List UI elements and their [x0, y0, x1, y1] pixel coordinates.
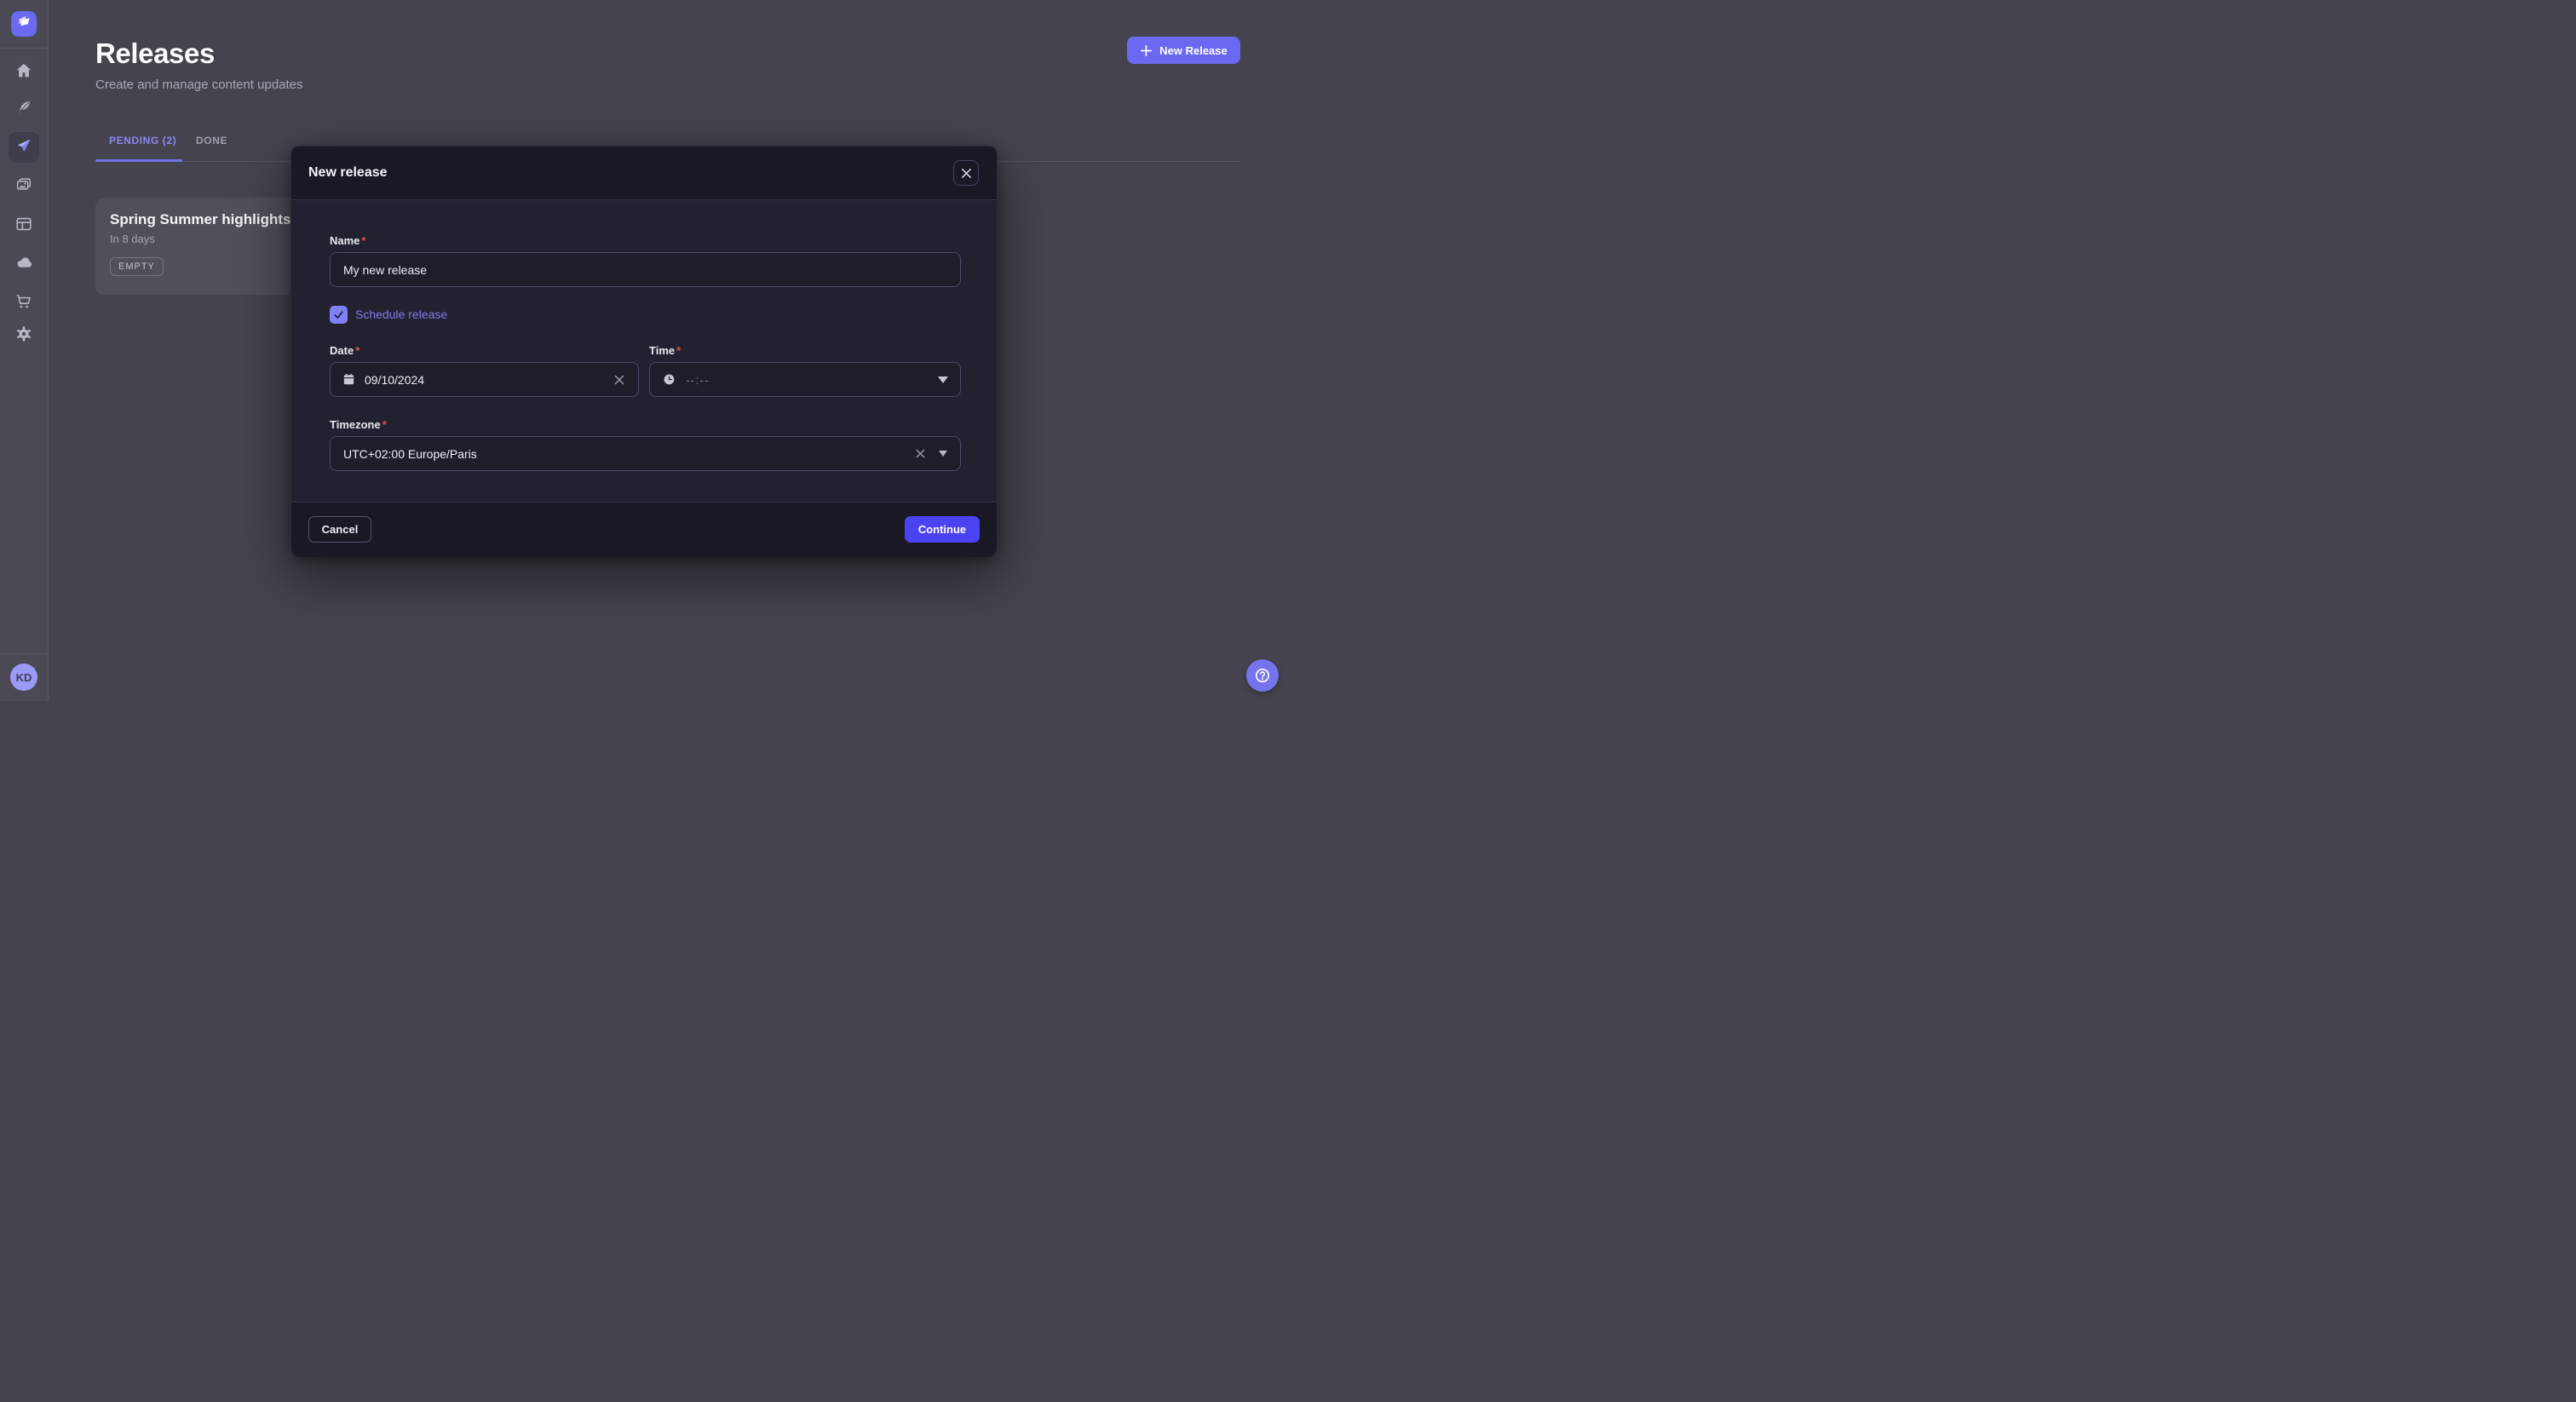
date-label: Date*	[330, 344, 359, 357]
time-dropdown-icon[interactable]	[938, 376, 948, 383]
active-tab-underline	[95, 159, 182, 162]
avatar-initials: KD	[16, 671, 32, 684]
modal-title: New release	[308, 165, 388, 181]
required-marker: *	[361, 234, 365, 247]
calendar-icon	[342, 372, 356, 387]
time-placeholder: --:--	[686, 373, 710, 387]
sidebar-item-pages[interactable]	[9, 210, 39, 241]
send-icon	[14, 136, 33, 159]
sidebar-item-releases[interactable]	[9, 132, 39, 163]
modal-header: New release	[291, 147, 997, 200]
layout-icon	[14, 215, 33, 238]
new-release-modal: New release Name* Schedule	[290, 146, 998, 556]
release-card-title: Spring Summer highlights	[110, 211, 306, 228]
required-marker: *	[676, 344, 681, 357]
timezone-field[interactable]: UTC+02:00 Europe/Paris	[330, 436, 961, 471]
tab-pending[interactable]: PENDING (2)	[109, 135, 176, 147]
sidebar-item-settings[interactable]	[9, 320, 39, 351]
feather-icon	[14, 98, 33, 121]
checkmark-icon	[332, 308, 345, 321]
plus-icon	[1140, 44, 1153, 57]
help-button[interactable]	[1246, 659, 1279, 692]
page-subtitle: Create and manage content updates	[95, 78, 303, 92]
tab-done[interactable]: DONE	[196, 135, 227, 147]
sidebar-divider	[0, 48, 48, 49]
question-circle-icon	[1254, 667, 1271, 684]
schedule-release-checkbox[interactable]	[330, 306, 348, 324]
sidebar-item-home[interactable]	[9, 57, 39, 88]
cancel-button[interactable]: Cancel	[308, 516, 371, 543]
sidebar-item-media[interactable]	[9, 171, 39, 202]
date-clear-icon[interactable]	[612, 372, 627, 388]
home-icon	[14, 61, 33, 84]
images-icon	[14, 175, 33, 198]
sidebar-item-content[interactable]	[9, 94, 39, 124]
sidebar-footer-divider	[0, 653, 48, 654]
app-logo[interactable]	[11, 11, 37, 37]
timezone-dropdown-icon[interactable]	[939, 451, 947, 457]
clock-icon	[662, 372, 676, 387]
timezone-value: UTC+02:00 Europe/Paris	[343, 447, 477, 461]
page-title: Releases	[95, 37, 215, 70]
timezone-clear-icon[interactable]	[913, 446, 928, 461]
time-field[interactable]: --:--	[649, 362, 961, 397]
modal-footer: Cancel Continue	[291, 502, 997, 557]
release-card-due: In 8 days	[110, 233, 306, 245]
cart-icon	[14, 292, 33, 315]
timezone-label: Timezone*	[330, 418, 387, 431]
date-field[interactable]: 09/10/2024	[330, 362, 639, 397]
new-release-label: New Release	[1159, 44, 1228, 57]
sidebar: KD	[0, 0, 49, 701]
schedule-release-label[interactable]: Schedule release	[355, 307, 447, 321]
cloud-icon	[14, 252, 34, 276]
date-value: 09/10/2024	[365, 373, 424, 387]
sidebar-item-shop[interactable]	[9, 288, 39, 319]
close-icon	[961, 168, 972, 179]
avatar[interactable]: KD	[10, 664, 37, 691]
required-marker: *	[382, 418, 387, 431]
name-field[interactable]	[330, 252, 961, 287]
continue-button[interactable]: Continue	[905, 516, 980, 543]
logo-icon	[16, 14, 32, 34]
new-release-button[interactable]: New Release	[1127, 37, 1240, 64]
modal-close-button[interactable]	[953, 160, 979, 186]
release-card-status-badge: EMPTY	[110, 257, 164, 276]
sidebar-item-cloud[interactable]	[9, 249, 39, 279]
release-card[interactable]: Spring Summer highlights In 8 days EMPTY	[95, 198, 320, 295]
gear-icon	[14, 325, 33, 348]
name-label: Name*	[330, 234, 365, 247]
required-marker: *	[355, 344, 359, 357]
name-input[interactable]	[331, 253, 960, 286]
time-label: Time*	[649, 344, 681, 357]
app-root: KD Releases Create and manage content up…	[0, 0, 1288, 701]
